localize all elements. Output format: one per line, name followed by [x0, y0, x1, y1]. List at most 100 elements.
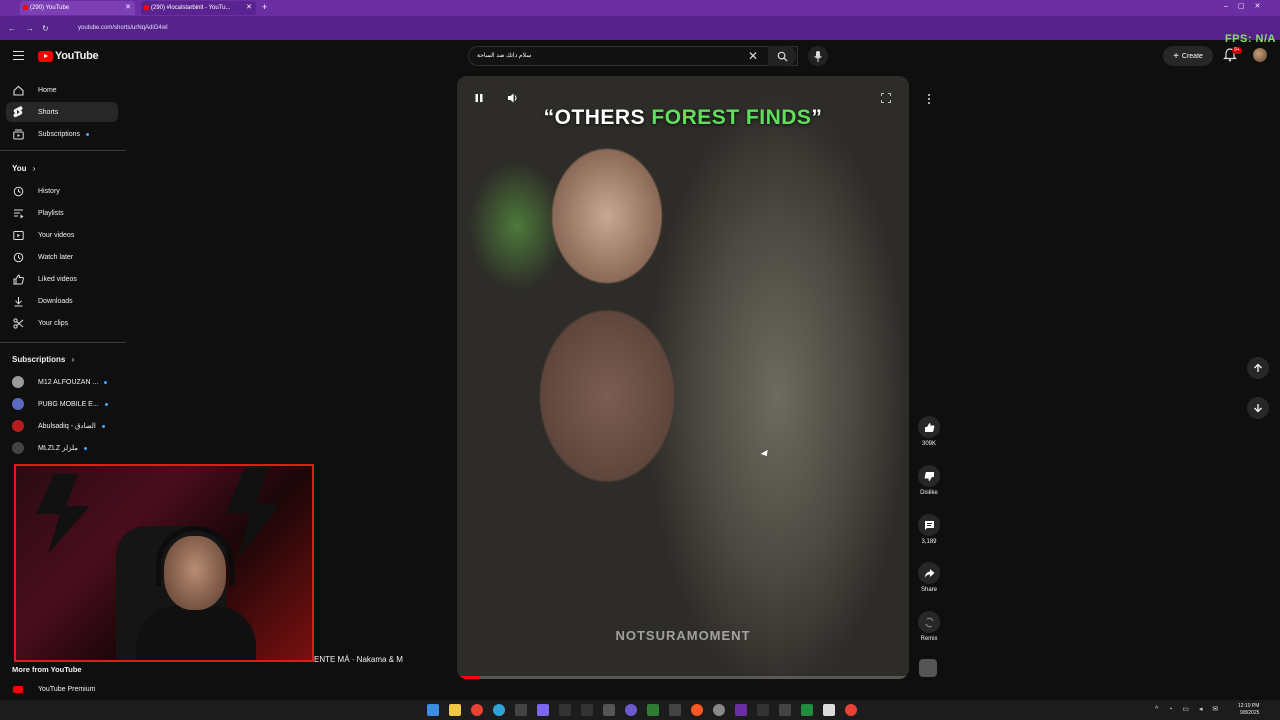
app-icon[interactable]: [625, 704, 637, 716]
app-icon[interactable]: [757, 704, 769, 716]
more-options-icon[interactable]: [920, 90, 938, 108]
sidebar-item-youtube-premium[interactable]: YouTube Premium: [6, 679, 118, 699]
sidebar-item-downloads[interactable]: Downloads: [6, 291, 118, 311]
channel-avatar: [12, 376, 24, 388]
sidebar-channel-item[interactable]: M12 ALFOUZAN ...: [6, 372, 118, 392]
system-tray-icons[interactable]: ^ ◔ ▭ ◂ ✉: [1155, 705, 1222, 713]
comment-icon: [918, 514, 940, 536]
lightning-decoration: [36, 474, 90, 554]
subscriptions-section-heading[interactable]: Subscriptions ›: [12, 355, 74, 364]
like-button[interactable]: 309K: [916, 416, 942, 447]
sidebar-item-your-videos[interactable]: Your videos: [6, 225, 118, 245]
edge-icon[interactable]: [493, 704, 505, 716]
clock-date: 9/8/2025: [1239, 710, 1260, 716]
you-section-heading[interactable]: You ›: [12, 164, 35, 173]
app-icon[interactable]: [669, 704, 681, 716]
window-controls[interactable]: –▢✕: [1224, 2, 1270, 10]
app-icon[interactable]: [779, 704, 791, 716]
active-browser-icon[interactable]: [735, 704, 747, 716]
app-icon[interactable]: [713, 704, 725, 716]
file-explorer-icon[interactable]: [449, 704, 461, 716]
back-arrow-icon[interactable]: ←: [8, 24, 16, 33]
remix-label: Remix: [920, 636, 938, 642]
shorts-video-player[interactable]: “OTHERS FOREST FINDS” NOTSURAMOMENT: [457, 76, 909, 679]
thumbs-up-icon: [12, 273, 24, 285]
sidebar-item-shorts[interactable]: Shorts: [6, 102, 118, 122]
url-field[interactable]: youtube.com/shorts/urNqAdiG4wI: [60, 22, 1160, 35]
search-icon: [777, 51, 788, 62]
sidebar-item-label: Your videos: [38, 231, 75, 239]
video-progress-bar[interactable]: [457, 676, 909, 679]
app-icon[interactable]: [559, 704, 571, 716]
forward-arrow-icon[interactable]: →: [26, 24, 34, 33]
app-icon[interactable]: [647, 704, 659, 716]
sidebar-channel-item[interactable]: Abulsadiq - الصادق: [6, 416, 118, 436]
windows-start-icon[interactable]: [427, 704, 439, 716]
browser-tab-2[interactable]: (290) #localstarbinit - YouTu... ✕: [141, 1, 256, 15]
youtube-premium-icon: [12, 683, 24, 695]
sidebar-item-history[interactable]: History: [6, 181, 118, 201]
menu-icon[interactable]: [13, 51, 24, 60]
app-icon[interactable]: [845, 704, 857, 716]
sidebar-item-label: Subscriptions: [38, 130, 81, 138]
remix-button[interactable]: Remix: [916, 611, 942, 642]
sidebar-item-playlists[interactable]: Playlists: [6, 203, 118, 223]
account-avatar[interactable]: [1253, 48, 1267, 62]
home-icon: [12, 84, 24, 96]
sidebar-item-liked-videos[interactable]: Liked videos: [6, 269, 118, 289]
youtube-favicon-icon: [23, 5, 28, 10]
new-tab-button[interactable]: +: [262, 2, 267, 12]
shorts-icon: [12, 106, 24, 118]
chevron-right-icon: ›: [71, 355, 75, 364]
sidebar-item-subscriptions[interactable]: Subscriptions: [6, 124, 118, 144]
channel-avatar: [12, 442, 24, 454]
address-bar-row: ← → ↻ youtube.com/shorts/urNqAdiG4wI FPS…: [0, 16, 1280, 45]
sidebar-channel-item[interactable]: MLZLZ ملزلز: [6, 438, 118, 458]
partially-hidden-channel-text: ENTE MÁ · Nakama & M: [314, 655, 403, 664]
channel-name: MLZLZ ملزلز: [38, 445, 79, 452]
sidebar-channel-item[interactable]: PUBG MOBILE E...: [6, 394, 118, 414]
reload-icon[interactable]: ↻: [42, 24, 49, 33]
app-icon[interactable]: [823, 704, 835, 716]
close-tab-icon[interactable]: ✕: [246, 3, 252, 11]
chrome-icon[interactable]: [471, 704, 483, 716]
sidebar-item-watch-later[interactable]: Watch later: [6, 247, 118, 267]
sidebar-item-label: Home: [38, 86, 57, 94]
channel-avatar: [12, 420, 24, 432]
app-icon[interactable]: [581, 704, 593, 716]
clear-search-icon[interactable]: ✕: [748, 49, 758, 63]
app-icon[interactable]: [515, 704, 527, 716]
taskbar-clock[interactable]: 12:10 PM 9/8/2025: [1238, 703, 1259, 717]
subscriptions-icon: [12, 128, 24, 140]
close-tab-icon[interactable]: ✕: [125, 3, 131, 11]
voice-search-button[interactable]: [808, 46, 828, 66]
comments-button[interactable]: 3,189: [916, 514, 942, 545]
app-icon[interactable]: [603, 704, 615, 716]
dislike-button[interactable]: Dislike: [916, 465, 942, 496]
sidebar-item-home[interactable]: Home: [6, 80, 118, 100]
next-video-button[interactable]: [1247, 397, 1269, 419]
video-progress-fill: [457, 676, 480, 679]
youtube-logo[interactable]: YouTube: [38, 50, 99, 62]
sound-thumbnail[interactable]: [919, 659, 937, 677]
create-button[interactable]: + Create: [1163, 46, 1213, 66]
fullscreen-icon[interactable]: [881, 93, 891, 103]
previous-video-button[interactable]: [1247, 357, 1269, 379]
share-button[interactable]: Share: [916, 562, 942, 593]
pause-icon[interactable]: [474, 93, 484, 103]
youtube-favicon-icon: [144, 5, 149, 10]
caption-white-text: “OTHERS: [543, 106, 652, 129]
app-icon[interactable]: [537, 704, 549, 716]
clock-time: 12:10 PM: [1238, 703, 1260, 709]
sidebar-item-label: Watch later: [38, 253, 74, 261]
browser-tab-1[interactable]: (290) YouTube ✕: [20, 1, 135, 15]
notification-count-badge: 9+: [1232, 47, 1242, 54]
youtube-logo-icon: [38, 50, 53, 62]
share-label: Share: [920, 587, 937, 593]
sidebar-item-your-clips[interactable]: Your clips: [6, 313, 118, 333]
volume-icon[interactable]: [507, 92, 519, 104]
app-icon[interactable]: [801, 704, 813, 716]
search-button[interactable]: [768, 46, 796, 66]
app-icon[interactable]: [691, 704, 703, 716]
streamer-body: [136, 606, 256, 660]
